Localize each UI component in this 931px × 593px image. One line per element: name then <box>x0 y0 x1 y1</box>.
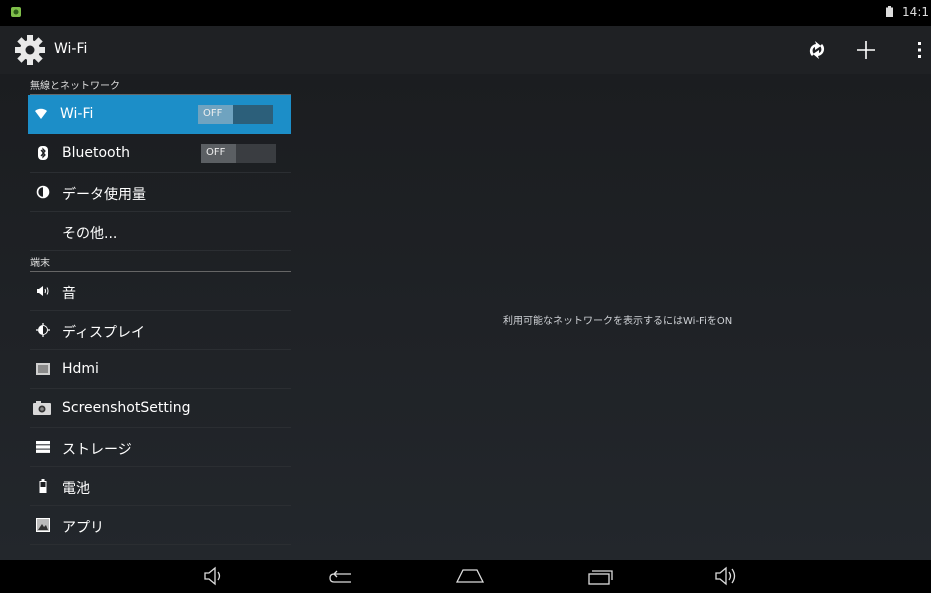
page-title: Wi-Fi <box>54 41 88 57</box>
bluetooth-toggle[interactable]: OFF <box>201 144 276 163</box>
toggle-knob: OFF <box>198 105 233 124</box>
sidebar-item-data-usage[interactable]: データ使用量 <box>30 173 291 212</box>
clock: 14:1 <box>902 5 929 19</box>
wps-icon[interactable] <box>803 36 831 64</box>
home-icon[interactable] <box>455 566 485 586</box>
battery-status-icon <box>886 6 893 17</box>
hdmi-icon <box>36 363 50 375</box>
sidebar-item-display[interactable]: ディスプレイ <box>30 311 291 350</box>
section-header-wireless: 無線とネットワーク <box>30 74 291 95</box>
sidebar-item-bluetooth[interactable]: Bluetooth OFF <box>30 134 291 173</box>
sidebar-item-label: 音 <box>62 286 76 302</box>
battery-icon <box>39 479 47 493</box>
sidebar-item-wifi[interactable]: Wi-Fi OFF <box>28 95 291 134</box>
volume-down-icon[interactable] <box>200 566 230 586</box>
sidebar-item-label: Wi-Fi <box>60 106 94 122</box>
wifi-off-message: 利用可能なネットワークを表示するにはWi-FiをON <box>503 316 733 327</box>
action-bar: Wi-Fi <box>0 26 931 74</box>
back-icon[interactable] <box>327 566 357 586</box>
toggle-state: OFF <box>203 108 223 119</box>
sidebar-item-label: ScreenshotSetting <box>62 400 191 416</box>
display-icon <box>36 323 50 337</box>
volume-up-icon[interactable] <box>713 566 743 586</box>
recent-apps-icon[interactable] <box>585 566 615 586</box>
sidebar-item-storage[interactable]: ストレージ <box>30 428 291 467</box>
sidebar-item-screenshot-setting[interactable]: ScreenshotSetting <box>30 389 291 428</box>
status-bar: 14:1 <box>0 0 931 26</box>
sidebar-item-label: Hdmi <box>62 361 99 377</box>
sidebar-item-more[interactable]: その他... <box>30 212 291 251</box>
add-network-icon[interactable] <box>852 36 880 64</box>
wifi-icon <box>35 108 47 119</box>
settings-sidebar: 無線とネットワーク Wi-Fi OFF Bluetooth OFF データ使用量… <box>0 74 291 560</box>
sidebar-item-label: Bluetooth <box>62 145 130 161</box>
settings-gear-icon[interactable] <box>14 34 46 66</box>
sound-icon <box>37 286 49 296</box>
sidebar-item-label: アプリ <box>62 520 104 536</box>
camera-icon <box>33 401 51 415</box>
sidebar-item-label: 電池 <box>62 481 90 497</box>
notification-app-icon <box>11 7 21 17</box>
section-header-label: 無線とネットワーク <box>30 81 120 92</box>
overflow-menu-icon[interactable] <box>906 36 931 64</box>
toggle-knob: OFF <box>201 144 236 163</box>
section-header-device: 端末 <box>30 251 291 272</box>
sidebar-item-sound[interactable]: 音 <box>30 272 291 311</box>
toggle-state: OFF <box>206 147 226 158</box>
apps-icon <box>36 518 50 532</box>
sidebar-item-label: その他... <box>62 226 118 242</box>
wifi-toggle[interactable]: OFF <box>198 105 273 124</box>
sidebar-item-label: ストレージ <box>62 442 132 458</box>
data-usage-icon <box>36 185 50 199</box>
sidebar-item-hdmi[interactable]: Hdmi <box>30 350 291 389</box>
content-area: 無線とネットワーク Wi-Fi OFF Bluetooth OFF データ使用量… <box>0 74 931 560</box>
sidebar-item-battery[interactable]: 電池 <box>30 467 291 506</box>
sidebar-item-apps[interactable]: アプリ <box>30 506 291 545</box>
navigation-bar <box>0 560 931 593</box>
section-header-label: 端末 <box>30 258 50 269</box>
storage-icon <box>36 441 50 453</box>
sidebar-item-label: データ使用量 <box>62 187 146 203</box>
sidebar-item-label: ディスプレイ <box>62 325 146 341</box>
bluetooth-icon <box>38 146 48 160</box>
